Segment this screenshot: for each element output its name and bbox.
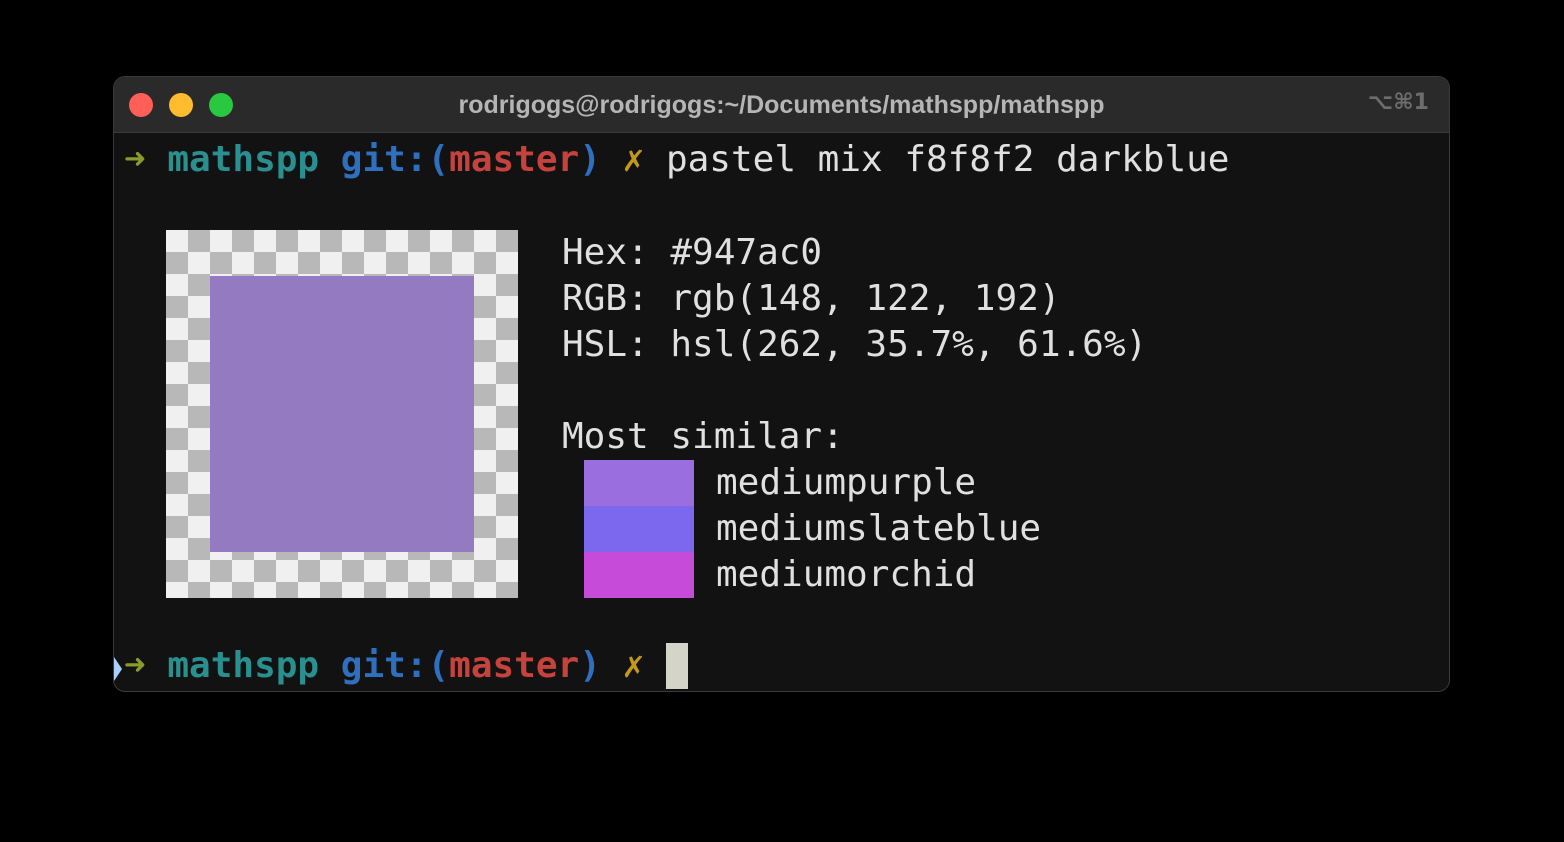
prompt-git-suffix: ) [579, 139, 601, 180]
prompt-git-prefix: git:( [340, 139, 450, 180]
similar-color-name: mediumorchid [716, 554, 977, 595]
title-bar: rodrigogs@rodrigogs:~/Documents/mathspp/… [114, 77, 1449, 133]
similar-color-swatch [584, 552, 694, 598]
hex-value-line: Hex: #947ac0 [562, 232, 823, 273]
similar-color-name: mediumslateblue [716, 508, 1042, 549]
similar-color-name: mediumpurple [716, 462, 977, 503]
window-title: rodrigogs@rodrigogs:~/Documents/mathspp/… [458, 91, 1105, 119]
color-preview-swatch [210, 276, 474, 552]
hsl-value-line: HSL: hsl(262, 35.7%, 61.6%) [562, 324, 1148, 365]
current-line-marker-icon [114, 657, 122, 681]
prompt-git-suffix: ) [579, 645, 601, 686]
similar-color-swatch [584, 506, 694, 552]
most-similar-heading: Most similar: [562, 416, 844, 457]
text-cursor[interactable] [665, 643, 688, 689]
similar-color-swatch [584, 460, 694, 506]
terminal-window: rodrigogs@rodrigogs:~/Documents/mathspp/… [113, 76, 1450, 692]
prompt-arrow-icon: ➜ [124, 139, 146, 180]
prompt-branch: master [449, 645, 580, 686]
input-prompt-line[interactable]: ➜ mathspp git:(master) ✗ [124, 643, 688, 689]
command-line: ➜ mathspp git:(master) ✗ pastel mix f8f8… [124, 137, 1229, 183]
prompt-arrow-icon: ➜ [124, 645, 146, 686]
window-shortcut-label: ⌥⌘1 [1367, 90, 1429, 115]
prompt-git-prefix: git:( [340, 645, 450, 686]
prompt-dirty-icon: ✗ [622, 139, 645, 180]
prompt-directory: mathspp [167, 139, 320, 180]
prompt-branch: master [449, 139, 580, 180]
prompt-dirty-icon: ✗ [622, 645, 645, 686]
prompt-directory: mathspp [167, 645, 320, 686]
command-text: pastel mix f8f8f2 darkblue [665, 139, 1230, 180]
rgb-value-line: RGB: rgb(148, 122, 192) [562, 278, 1061, 319]
color-preview-checkerboard [166, 230, 518, 598]
